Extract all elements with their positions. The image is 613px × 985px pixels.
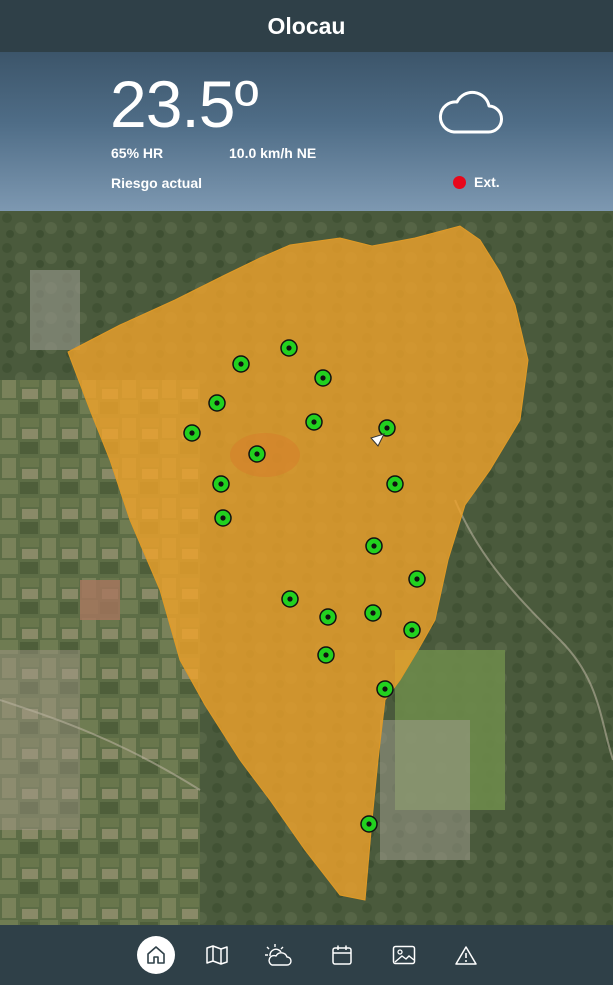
map-station-marker[interactable]	[376, 680, 394, 698]
calendar-icon	[332, 945, 352, 965]
page-title: Olocau	[267, 12, 346, 39]
warning-icon	[455, 946, 477, 965]
map-station-marker[interactable]	[232, 355, 250, 373]
map-station-marker[interactable]	[280, 339, 298, 357]
temperature-value: 23.5º	[110, 67, 259, 141]
map-station-marker[interactable]	[319, 608, 337, 626]
map-station-marker[interactable]	[208, 394, 226, 412]
wind-value: 10.0 km/h NE	[229, 145, 317, 161]
map-icon	[206, 945, 228, 965]
app-header: Olocau	[0, 0, 613, 52]
map-station-marker[interactable]	[378, 419, 396, 437]
map-station-marker[interactable]	[305, 413, 323, 431]
cloud-icon	[438, 90, 503, 134]
map-station-marker[interactable]	[364, 604, 382, 622]
risk-level-label: Ext.	[474, 174, 500, 190]
risk-level-indicator	[453, 176, 466, 189]
risk-label: Riesgo actual	[111, 175, 203, 191]
map-station-marker[interactable]	[317, 646, 335, 664]
map-station-marker[interactable]	[403, 621, 421, 639]
nav-home-button[interactable]	[137, 936, 175, 974]
humidity-value: 65% HR	[111, 145, 164, 161]
map-station-marker[interactable]	[314, 369, 332, 387]
weather-panel: 23.5º 65% HR 10.0 km/h NE Riesgo actual …	[0, 52, 613, 211]
bottom-nav	[0, 925, 613, 985]
image-icon	[392, 945, 416, 965]
map-station-marker[interactable]	[212, 475, 230, 493]
nav-weather-button[interactable]	[260, 936, 298, 974]
map-station-marker[interactable]	[386, 475, 404, 493]
nav-map-button[interactable]	[198, 936, 236, 974]
nav-calendar-button[interactable]	[323, 936, 361, 974]
map-station-marker[interactable]	[365, 537, 383, 555]
map-station-marker[interactable]	[248, 445, 266, 463]
nav-gallery-button[interactable]	[385, 936, 423, 974]
map-station-marker[interactable]	[408, 570, 426, 588]
map-station-marker[interactable]	[183, 424, 201, 442]
map-station-marker[interactable]	[360, 815, 378, 833]
home-icon	[147, 946, 165, 964]
weather-sun-cloud-icon	[265, 944, 292, 966]
map-station-marker[interactable]	[281, 590, 299, 608]
map-station-marker[interactable]	[214, 509, 232, 527]
nav-alerts-button[interactable]	[447, 936, 485, 974]
